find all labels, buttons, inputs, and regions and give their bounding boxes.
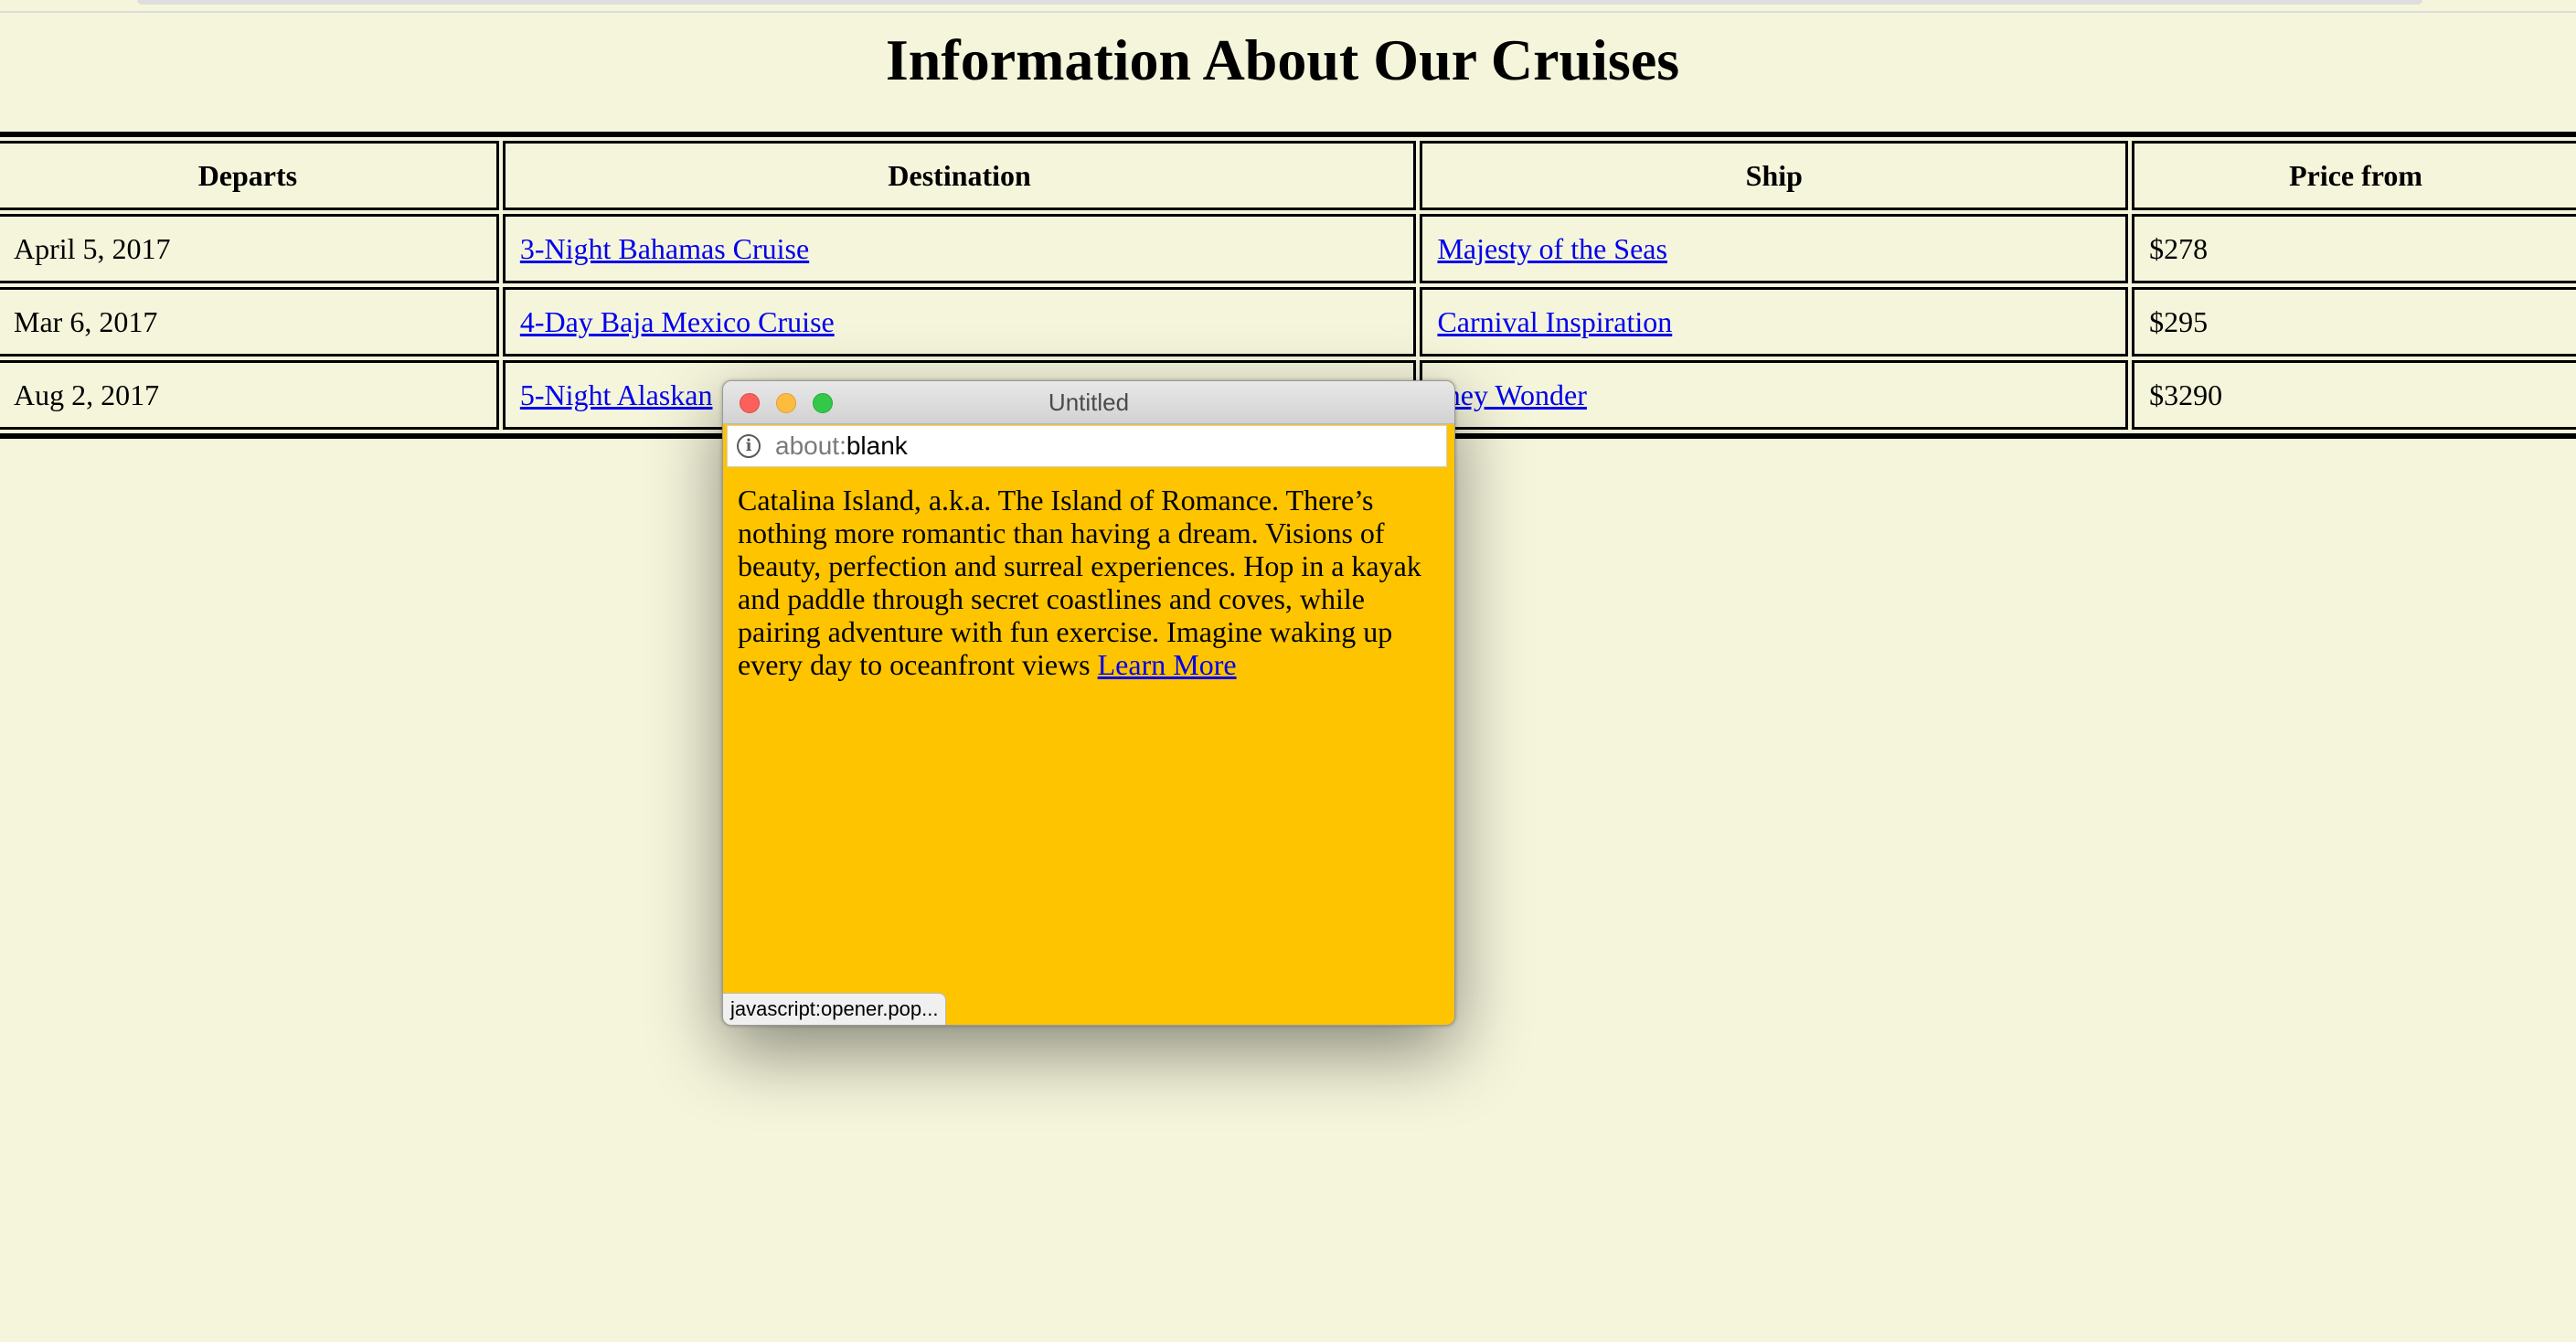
- price-cell: $3290: [2132, 360, 2576, 430]
- minimize-window-icon[interactable]: [776, 393, 796, 413]
- popup-body-text: Catalina Island, a.k.a. The Island of Ro…: [738, 484, 1421, 681]
- popup-address-bar[interactable]: i about:blank: [727, 425, 1447, 467]
- url-scheme: about:: [775, 431, 846, 460]
- table-header-row: Departs Destination Ship Price from: [0, 141, 2576, 210]
- status-bar: javascript:opener.pop...: [723, 993, 947, 1025]
- table-row: April 5, 2017 3-Night Bahamas Cruise Maj…: [0, 214, 2576, 283]
- header-ship: Ship: [1420, 141, 2129, 210]
- ship-cell: Carnival Inspiration: [1420, 287, 2129, 357]
- destination-link[interactable]: 5-Night Alaskan: [520, 378, 713, 411]
- price-cell: $278: [2132, 214, 2576, 283]
- popup-titlebar[interactable]: Untitled: [723, 381, 1454, 424]
- page-title: Information About Our Cruises: [885, 27, 1680, 92]
- info-icon[interactable]: i: [737, 434, 761, 458]
- header-destination: Destination: [502, 141, 1417, 210]
- popup-content: Catalina Island, a.k.a. The Island of Ro…: [738, 484, 1442, 681]
- table-row: Mar 6, 2017 4-Day Baja Mexico Cruise Car…: [0, 287, 2576, 357]
- departs-cell: Aug 2, 2017: [0, 360, 499, 430]
- ship-cell: Majesty of the Seas: [1420, 214, 2129, 283]
- popup-url: about:blank: [775, 426, 908, 466]
- destination-cell: 4-Day Baja Mexico Cruise: [502, 287, 1417, 357]
- maximize-window-icon[interactable]: [813, 393, 833, 413]
- ship-link[interactable]: Majesty of the Seas: [1437, 232, 1667, 265]
- destination-cell: 3-Night Bahamas Cruise: [502, 214, 1417, 283]
- ship-cell: isney Wonder: [1420, 360, 2129, 430]
- departs-cell: Mar 6, 2017: [0, 287, 499, 357]
- learn-more-link[interactable]: Learn More: [1098, 648, 1237, 681]
- close-window-icon[interactable]: [740, 393, 760, 413]
- destination-link[interactable]: 3-Night Bahamas Cruise: [520, 232, 809, 265]
- header-departs: Departs: [0, 141, 499, 210]
- popup-window[interactable]: Untitled i about:blank Catalina Island, …: [722, 380, 1455, 1026]
- departs-cell: April 5, 2017: [0, 214, 499, 283]
- header-price: Price from: [2132, 141, 2576, 210]
- ship-link[interactable]: Carnival Inspiration: [1437, 305, 1672, 338]
- url-path: blank: [846, 431, 908, 460]
- price-cell: $295: [2132, 287, 2576, 357]
- browser-top-bar: [137, 0, 2422, 5]
- destination-link[interactable]: 4-Day Baja Mexico Cruise: [520, 305, 835, 338]
- popup-window-title: Untitled: [1048, 389, 1130, 416]
- browser-top-strip: [0, 0, 2576, 13]
